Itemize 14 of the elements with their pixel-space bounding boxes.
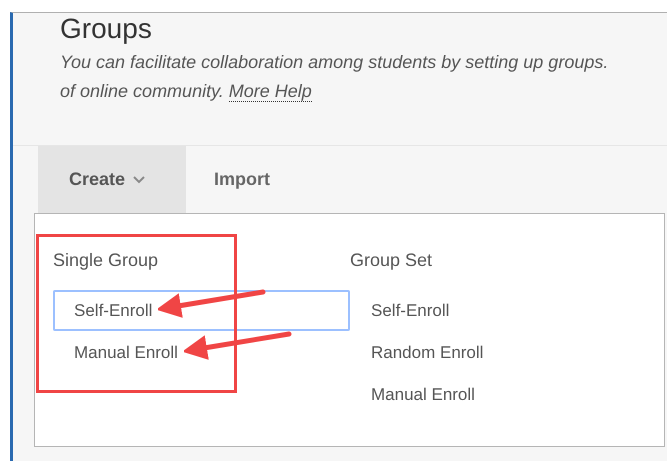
toolbar-button[interactable]: Import	[186, 146, 290, 213]
menu-item[interactable]: Manual Enroll	[350, 374, 647, 415]
menu-item[interactable]: Random Enroll	[350, 332, 647, 373]
create-menu-button[interactable]: Create	[38, 146, 186, 213]
chevron-down-icon	[133, 176, 146, 184]
description-text: You can facilitate collaboration among students by setting up groups.	[60, 52, 608, 72]
menu-item[interactable]: Self-Enroll	[350, 290, 647, 331]
column-heading: Single Group	[53, 250, 158, 270]
description-text: of online community.	[60, 81, 224, 101]
menu-item[interactable]: Manual Enroll	[53, 332, 350, 373]
column-heading: Group Set	[350, 250, 432, 270]
page-title: Groups	[60, 14, 152, 44]
more-help-link[interactable]: More Help	[228, 81, 312, 102]
menu-item[interactable]: Self-Enroll	[53, 290, 350, 331]
